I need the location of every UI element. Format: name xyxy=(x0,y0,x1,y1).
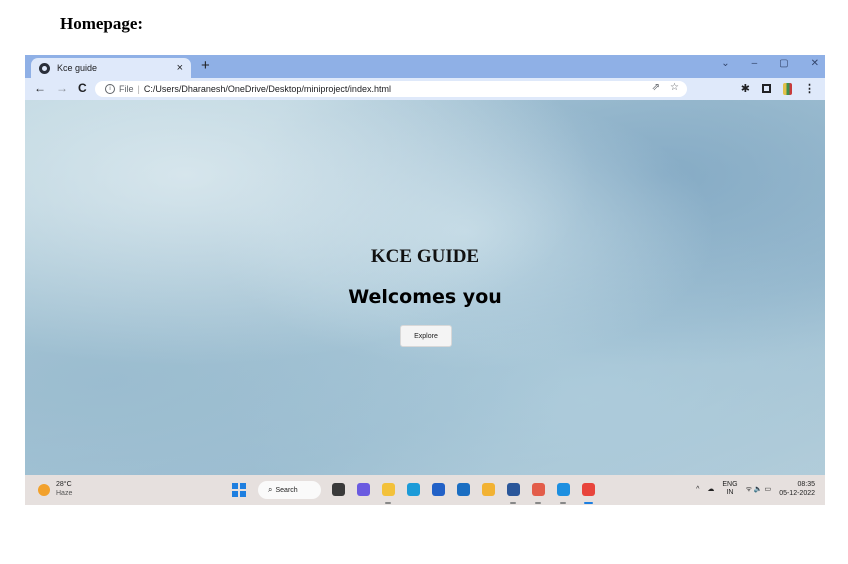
clock-date: 05-12-2022 xyxy=(779,490,815,497)
page-title: KCE GUIDE xyxy=(370,246,480,267)
browser-tab[interactable]: Kce guide × xyxy=(31,58,191,78)
search-label: Search xyxy=(275,486,298,494)
omnibox-actions: ⇗ ☆ xyxy=(652,82,679,93)
address-bar[interactable]: i File | C:/Users/Dharanesh/OneDrive/Des… xyxy=(95,81,687,97)
minimize-button[interactable]: – xyxy=(752,58,758,69)
back-button[interactable]: ← xyxy=(34,81,46,95)
search-icon: ⌕ xyxy=(268,485,273,494)
url-separator: | xyxy=(137,84,140,94)
start-tile xyxy=(240,491,246,497)
tab-search-icon[interactable]: ⌄ xyxy=(721,58,729,69)
forward-button[interactable]: → xyxy=(56,81,68,95)
network-volume-battery-icons[interactable]: ᯤ 🔈 ▭ xyxy=(746,485,772,494)
page-viewport: KCE GUIDE Welcomes you Explore xyxy=(25,100,825,475)
outlook-icon[interactable] xyxy=(457,483,470,496)
weather-condition[interactable]: Haze xyxy=(56,490,72,497)
running-indicator xyxy=(560,502,566,504)
explore-button[interactable]: Explore xyxy=(400,325,452,347)
tray-chevron-icon[interactable]: ^ xyxy=(696,486,699,493)
browser-toolbar: ← → C i File | C:/Users/Dharanesh/OneDri… xyxy=(25,78,825,100)
tab-title: Kce guide xyxy=(57,63,98,73)
chrome-icon[interactable] xyxy=(582,483,595,496)
running-indicator xyxy=(535,502,541,504)
weather-temp[interactable]: 28°C xyxy=(56,481,72,488)
running-indicator xyxy=(385,502,391,504)
chrome-dev-icon[interactable] xyxy=(532,483,545,496)
clock[interactable]: 08:35 05-12-2022 xyxy=(779,480,815,498)
language-indicator[interactable]: ENG IN xyxy=(722,481,737,497)
running-indicator xyxy=(584,502,593,504)
bookmark-star-icon[interactable]: ☆ xyxy=(670,82,679,93)
info-icon[interactable]: i xyxy=(105,84,115,94)
tab-close-icon[interactable]: × xyxy=(177,62,183,74)
extensions-icon[interactable]: ✱ xyxy=(741,82,750,95)
running-indicator xyxy=(510,502,516,504)
url-text[interactable]: C:/Users/Dharanesh/OneDrive/Desktop/mini… xyxy=(144,84,391,94)
language-region: IN xyxy=(726,489,734,496)
edge-icon[interactable] xyxy=(407,483,420,496)
restore-button[interactable]: ▢ xyxy=(779,58,788,69)
share-icon[interactable]: ⇗ xyxy=(652,82,660,93)
start-tile xyxy=(232,491,238,497)
taskbar-search[interactable]: ⌕ Search xyxy=(258,481,321,499)
tab-strip: Kce guide × + ⌄ – ▢ ✕ xyxy=(25,55,825,78)
start-tile xyxy=(240,483,246,489)
menu-icon[interactable]: ⋮ xyxy=(804,82,815,95)
weather-icon[interactable] xyxy=(38,484,50,496)
system-tray: ^ ☁ ENG IN ᯤ 🔈 ▭ 08:35 05-12-2022 xyxy=(696,480,815,498)
start-button[interactable] xyxy=(232,483,246,497)
vscode-icon[interactable] xyxy=(557,483,570,496)
favicon-icon xyxy=(39,62,50,74)
toolbar-icons: ✱ ⋮ xyxy=(741,82,815,95)
language-code: ENG xyxy=(722,481,738,488)
new-tab-button[interactable]: + xyxy=(201,57,210,74)
window-controls: ⌄ – ▢ ✕ xyxy=(721,58,819,69)
taskbar: 28°C Haze ⌕ Search ^ ☁ ENG IN ᯤ 🔈 ▭ 08:3… xyxy=(25,475,825,505)
store-icon[interactable] xyxy=(432,483,445,496)
clock-time: 08:35 xyxy=(797,481,815,488)
task-view-icon[interactable] xyxy=(332,483,345,496)
file-explorer-icon[interactable] xyxy=(382,483,395,496)
close-button[interactable]: ✕ xyxy=(811,58,819,69)
word-icon[interactable] xyxy=(507,483,520,496)
side-panel-icon[interactable] xyxy=(762,84,771,93)
document-heading: Homepage: xyxy=(60,14,144,33)
url-scheme: File xyxy=(119,84,134,94)
browser-window: Kce guide × + ⌄ – ▢ ✕ ← → C i File | C:/… xyxy=(25,55,825,505)
reload-button[interactable]: C xyxy=(78,81,87,95)
profile-icon[interactable] xyxy=(783,82,792,95)
start-tile xyxy=(232,483,238,489)
chrome-canary-icon[interactable] xyxy=(482,483,495,496)
cloud-icon[interactable]: ☁ xyxy=(707,485,714,493)
chat-icon[interactable] xyxy=(357,483,370,496)
page-subtitle: Welcomes you xyxy=(348,286,502,308)
